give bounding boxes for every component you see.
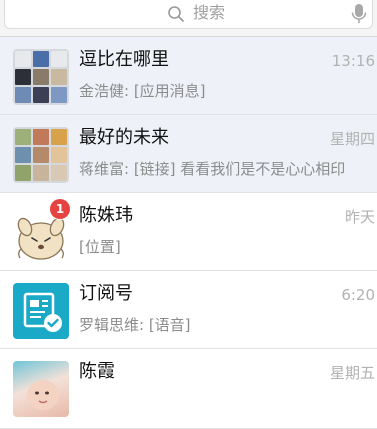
chat-row-chen-shuwei[interactable]: 1 陈姝玮 昨天 [位置] — [0, 193, 377, 271]
chat-name: 陈霞 — [79, 361, 115, 382]
baby-photo-icon — [27, 380, 59, 410]
chat-list: 逗比在哪里 13:16 金浩健: [应用消息] 最好的未来 星期四 蒋维富: [… — [0, 37, 377, 429]
chat-name: 逗比在哪里 — [79, 49, 169, 70]
search-box[interactable]: 搜索 — [4, 0, 373, 29]
chat-time: 昨天 — [344, 208, 375, 226]
chat-time: 6:20 — [341, 286, 375, 304]
chat-row-dou-bi[interactable]: 逗比在哪里 13:16 金浩健: [应用消息] — [0, 37, 377, 115]
search-icon — [168, 6, 184, 22]
chat-name: 最好的未来 — [79, 127, 169, 148]
chat-row-best-future[interactable]: 最好的未来 星期四 蒋维富: [链接] 看看我们是不是心心相印 — [0, 115, 377, 193]
chat-name: 订阅号 — [79, 283, 133, 304]
unread-badge: 1 — [50, 199, 70, 219]
chat-time: 星期四 — [329, 130, 375, 148]
chat-time: 星期五 — [329, 364, 375, 382]
group-avatar — [13, 49, 69, 105]
chat-row-subscriptions[interactable]: 订阅号 6:20 罗辑思维: [语音] — [0, 271, 377, 349]
chat-preview: 金浩健: [应用消息] — [79, 82, 206, 100]
chat-preview: 蒋维富: [链接] 看看我们是不是心心相印 — [79, 160, 346, 178]
chat-name: 陈姝玮 — [79, 205, 133, 226]
chat-time: 13:16 — [331, 52, 375, 70]
microphone-icon[interactable] — [350, 3, 368, 25]
photo-avatar — [13, 361, 69, 417]
subscription-icon — [23, 292, 62, 332]
chat-row-chen-xia[interactable]: 陈霞 星期五 — [0, 349, 377, 429]
chat-preview: [位置] — [79, 238, 121, 256]
group-avatar — [13, 127, 69, 183]
subscription-avatar — [13, 283, 69, 339]
search-bar: 搜索 — [0, 0, 377, 37]
search-placeholder: 搜索 — [193, 3, 226, 22]
chat-preview: 罗辑思维: [语音] — [79, 316, 191, 334]
